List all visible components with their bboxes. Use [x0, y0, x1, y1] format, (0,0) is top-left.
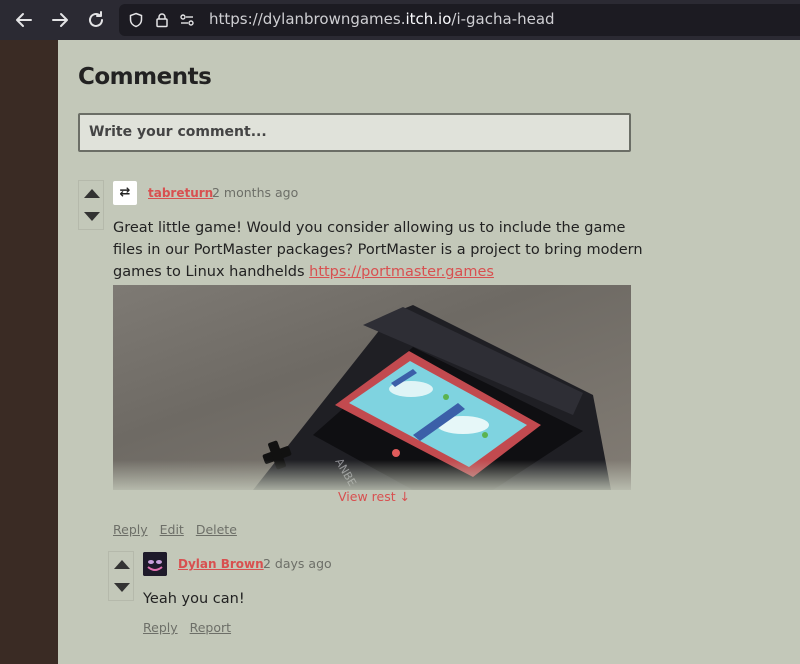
browser-toolbar: https://dylanbrowngames.itch.io/i-gacha-…	[0, 0, 800, 40]
comment-timestamp[interactable]: 2 days ago	[263, 556, 332, 571]
avatar[interactable]: ⇄	[113, 181, 137, 205]
url-prefix: https://dylanbrowngames.	[209, 10, 406, 28]
comment-input[interactable]: Write your comment...	[78, 113, 631, 152]
upvote-icon[interactable]	[84, 189, 100, 198]
reload-icon[interactable]	[85, 9, 107, 31]
avatar-face-icon	[143, 552, 167, 576]
avatar[interactable]	[143, 552, 167, 576]
vote-controls	[78, 180, 104, 230]
url-text[interactable]: https://dylanbrowngames.itch.io/i-gacha-…	[209, 10, 555, 28]
comment-author[interactable]: Dylan Brown	[178, 557, 264, 571]
comment-body: Yeah you can!	[143, 591, 245, 607]
comment-line-text: games to Linux handhelds	[113, 264, 310, 280]
url-path: /i-gacha-head	[451, 10, 555, 28]
shield-icon[interactable]	[128, 12, 144, 28]
upvote-icon[interactable]	[114, 560, 130, 569]
comments-section: Comments Write your comment... ⇄ tabretu…	[58, 40, 800, 664]
url-bar[interactable]: https://dylanbrowngames.itch.io/i-gacha-…	[119, 4, 800, 36]
downvote-icon[interactable]	[84, 212, 100, 221]
portmaster-link[interactable]: https://portmaster.games	[309, 264, 494, 280]
reply-link[interactable]: Reply	[143, 620, 178, 635]
comment-body: Great little game! Would you consider al…	[113, 217, 653, 283]
delete-link[interactable]: Delete	[196, 522, 237, 537]
comment-line: games to Linux handhelds https://portmas…	[113, 261, 653, 283]
view-rest-link[interactable]: View rest ↓	[338, 489, 410, 504]
edit-link[interactable]: Edit	[160, 522, 184, 537]
reply-link[interactable]: Reply	[113, 522, 148, 537]
comment-line: Great little game! Would you consider al…	[113, 220, 626, 236]
comment-line: files in our PortMaster packages? PortMa…	[113, 242, 643, 258]
lock-icon[interactable]	[154, 12, 170, 28]
comment-actions: Reply Report	[143, 620, 239, 635]
left-sidebar	[0, 40, 58, 664]
url-host: itch.io	[405, 10, 452, 28]
comment-timestamp[interactable]: 2 months ago	[212, 185, 298, 200]
downvote-icon[interactable]	[114, 583, 130, 592]
comment-actions: Reply Edit Delete	[113, 522, 245, 537]
vote-controls	[108, 551, 134, 601]
comments-heading: Comments	[78, 64, 212, 90]
comment-author[interactable]: tabreturn	[148, 186, 213, 200]
report-link[interactable]: Report	[190, 620, 231, 635]
permissions-icon[interactable]	[179, 12, 195, 28]
back-arrow-icon[interactable]	[13, 9, 35, 31]
forward-arrow-icon[interactable]	[49, 9, 71, 31]
